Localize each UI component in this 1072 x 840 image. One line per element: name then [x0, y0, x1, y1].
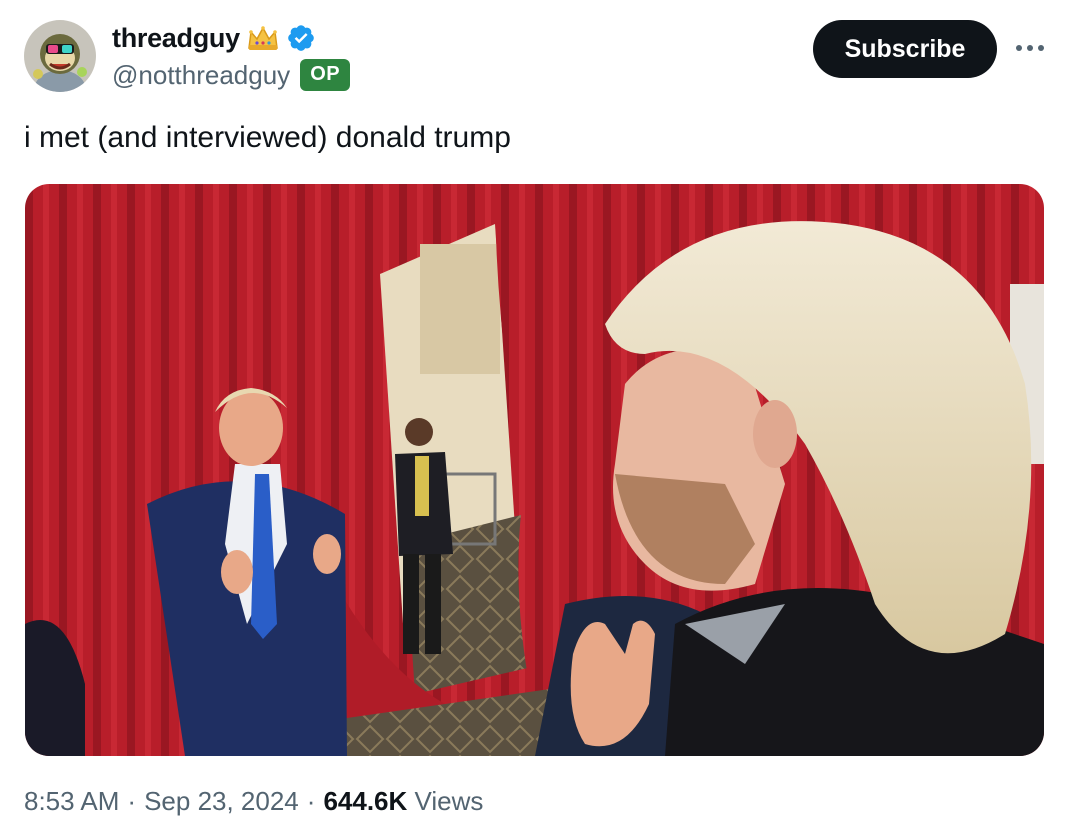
author-avatar[interactable] — [24, 20, 96, 92]
tweet-meta: 8:53 AM · Sep 23, 2024 · 644.6K Views — [24, 786, 483, 817]
subscribe-button[interactable]: Subscribe — [813, 20, 997, 78]
views-count: 644.6K — [323, 786, 408, 816]
author-handle[interactable]: @notthreadguy — [112, 60, 290, 91]
cartoon-avatar-icon — [24, 20, 96, 92]
meta-separator: · — [127, 786, 137, 816]
more-options-button[interactable] — [1010, 30, 1050, 66]
views-label: Views — [414, 786, 484, 816]
author-name-row: threadguy — [112, 21, 316, 55]
author-handle-row: @notthreadguy OP — [112, 56, 351, 94]
crown-icon — [246, 24, 280, 52]
views-stat[interactable]: 644.6K Views — [323, 786, 483, 817]
more-dots-icon — [1016, 45, 1044, 51]
tweet-text: i met (and interviewed) donald trump — [24, 121, 511, 154]
op-badge: OP — [300, 59, 351, 91]
tweet-date-link[interactable]: Sep 23, 2024 — [144, 786, 299, 817]
tweet-media-image[interactable] — [25, 184, 1044, 756]
verified-badge-icon[interactable] — [286, 23, 316, 53]
tweet-card: threadguy @notthreadguy OP Subscribe i m… — [0, 0, 1072, 840]
meta-separator: · — [306, 786, 316, 816]
author-display-name[interactable]: threadguy — [112, 23, 240, 54]
tweet-time-link[interactable]: 8:53 AM — [24, 786, 119, 817]
photo-illustration — [25, 184, 1044, 756]
